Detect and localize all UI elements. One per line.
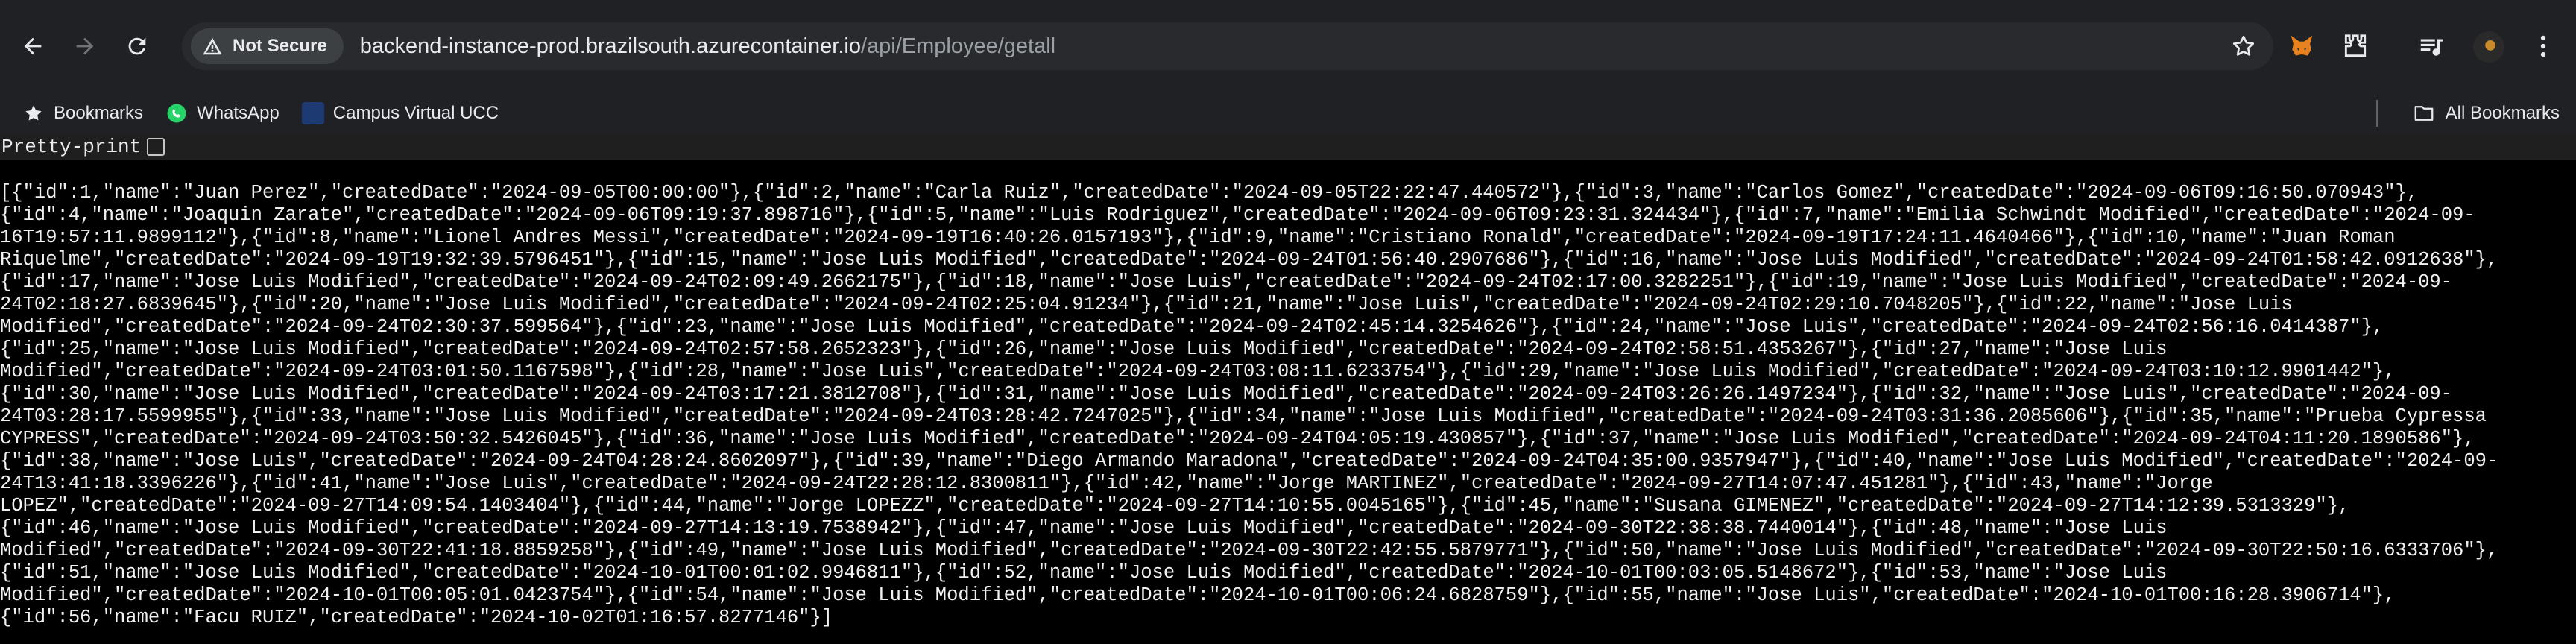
json-line: 24T13:41:18.3396226"},{"id":41,"name":"J…: [0, 473, 2213, 494]
fox-icon: [2291, 35, 2313, 56]
extensions-button[interactable]: [2334, 25, 2376, 67]
reload-icon: [128, 37, 146, 55]
all-bookmarks-button[interactable]: All Bookmarks: [2413, 97, 2560, 130]
all-bookmarks-label: All Bookmarks: [2445, 103, 2560, 123]
forward-button[interactable]: [61, 22, 109, 70]
json-line: Modified","createdDate":"2024-09-24T02:3…: [0, 316, 2384, 338]
json-line: {"id":56,"name":"Facu RUIZ","createdDate…: [0, 607, 833, 628]
bookmark-label: WhatsApp: [197, 103, 280, 123]
json-line: 16T19:57:11.9899112"},{"id":8,"name":"Li…: [0, 227, 2396, 248]
json-line: {"id":4,"name":"Joaquin Zarate","created…: [0, 204, 2475, 226]
bookmark-label: Campus Virtual UCC: [332, 103, 499, 123]
json-line: 24T03:28:17.5599955"},{"id":33,"name":"J…: [0, 405, 2487, 427]
playlist-icon: [2420, 39, 2443, 56]
url-text[interactable]: backend-instance-prod.brazilsouth.azurec…: [360, 34, 1055, 59]
kebab-menu-icon: [2540, 35, 2546, 57]
profile-avatar[interactable]: [2473, 31, 2504, 63]
folder-icon: [2414, 106, 2433, 121]
json-line: [{"id":1,"name":"Juan Perez","createdDat…: [0, 182, 2419, 203]
pretty-print-label: Pretty-print: [1, 136, 142, 158]
menu-button[interactable]: [2522, 25, 2564, 67]
address-bar[interactable]: Not Secure backend-instance-prod.brazils…: [182, 22, 2273, 70]
json-line: {"id":25,"name":"Jose Luis Modified","cr…: [0, 338, 2168, 360]
json-line: LOPEZ","createdDate":"2024-09-27T14:09:5…: [0, 495, 2350, 517]
warning-icon: [203, 37, 222, 55]
json-response-body: [{"id":1,"name":"Juan Perez","createdDat…: [0, 182, 2576, 629]
url-host: backend-instance-prod.brazilsouth.azurec…: [359, 34, 861, 58]
json-line: {"id":17,"name":"Jose Luis Modified","cr…: [0, 271, 2453, 293]
bookmark-bookmarks[interactable]: Bookmarks: [16, 97, 149, 130]
bookmark-star-icon[interactable]: [2230, 33, 2257, 60]
json-line: {"id":38,"name":"Jose Luis","createdDate…: [0, 450, 2498, 472]
bookmark-whatsapp[interactable]: WhatsApp: [160, 97, 285, 130]
url-path: /api/Employee/getall: [860, 34, 1056, 58]
metamask-extension-button[interactable]: [2281, 25, 2323, 67]
pretty-print-bar: Pretty-print: [0, 134, 2576, 160]
back-button[interactable]: [9, 22, 57, 70]
arrow-right-icon: [76, 37, 94, 55]
json-line: {"id":46,"name":"Jose Luis Modified","cr…: [0, 517, 2168, 539]
star-icon: [25, 105, 42, 121]
browser-toolbar: Not Secure backend-instance-prod.brazils…: [0, 0, 2576, 92]
reload-button[interactable]: [113, 22, 161, 70]
whatsapp-icon: [167, 104, 186, 123]
campus-icon: [301, 102, 324, 124]
media-controls-button[interactable]: [2411, 25, 2452, 67]
puzzle-icon: [2344, 34, 2367, 57]
bookmarks-separator: [2376, 100, 2378, 127]
security-label: Not Secure: [233, 36, 327, 56]
bookmark-campus-virtual[interactable]: Campus Virtual UCC: [296, 97, 505, 130]
bookmarks-bar: Bookmarks WhatsApp Campus Virtual UCC Al…: [0, 92, 2576, 134]
json-line: Riquelme","createdDate":"2024-09-19T19:3…: [0, 249, 2498, 271]
json-line: Modified","createdDate":"2024-09-30T22:4…: [0, 540, 2498, 561]
json-line: 24T02:18:27.6839645"},{"id":20,"name":"J…: [0, 294, 2293, 315]
site-info-chip[interactable]: Not Secure: [191, 28, 344, 64]
bookmark-label: Bookmarks: [54, 103, 144, 123]
json-line: Modified","createdDate":"2024-09-24T03:0…: [0, 361, 2396, 382]
pretty-print-checkbox[interactable]: [147, 138, 165, 156]
json-line: {"id":30,"name":"Jose Luis Modified","cr…: [0, 383, 2453, 405]
json-line: CYPRESS","createdDate":"2024-09-24T03:50…: [0, 428, 2475, 449]
arrow-left-icon: [24, 37, 42, 55]
json-line: Modified","createdDate":"2024-10-01T00:0…: [0, 584, 2396, 606]
json-line: {"id":51,"name":"Jose Luis Modified","cr…: [0, 562, 2168, 584]
